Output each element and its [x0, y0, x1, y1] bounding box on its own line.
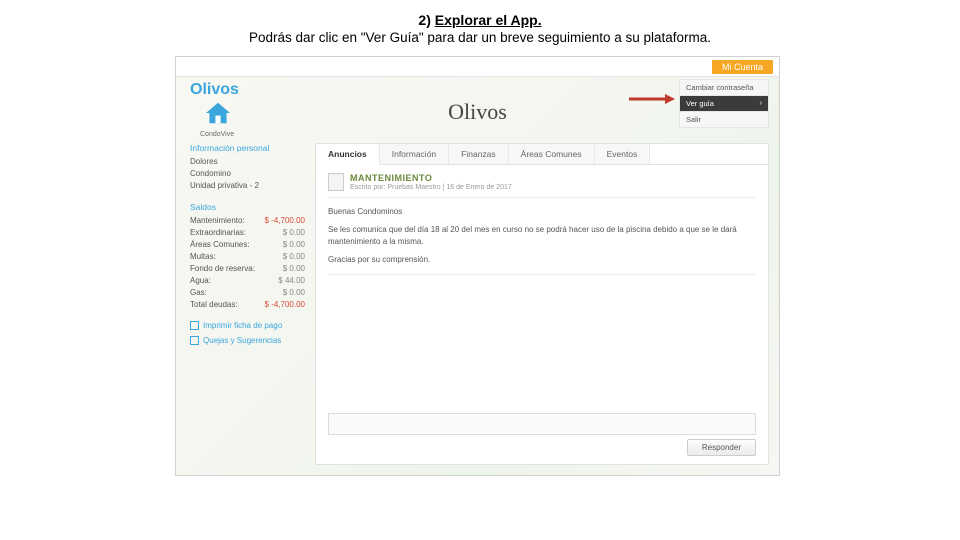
post-meta: Escrito por: Pruebas Maestro | 16 de Ene…: [350, 184, 512, 191]
sidebar-print-label: Imprimir ficha de pago: [203, 321, 282, 330]
tab-eventos[interactable]: Eventos: [595, 144, 651, 164]
dropdown-logout[interactable]: Salir: [679, 111, 769, 128]
brand-sublabel: CondoVive: [200, 131, 260, 138]
sidebar-complaints-link[interactable]: Quejas y Sugerencias: [190, 336, 305, 345]
announcement-post: MANTENIMIENTO Escrito por: Pruebas Maest…: [316, 165, 768, 464]
slide-heading: 2) Explorar el App. Podrás dar clic en "…: [0, 0, 960, 45]
sidebar-complaints-label: Quejas y Sugerencias: [203, 336, 281, 345]
sidebar-user-unit: Unidad privativa - 2: [190, 180, 305, 192]
tab-areas-comunes[interactable]: Áreas Comunes: [509, 144, 595, 164]
sidebar-user-name: Dolores: [190, 156, 305, 168]
sidebar-balances-heading: Saldos: [190, 202, 305, 212]
post-greeting: Buenas Condominos: [328, 206, 756, 218]
dropdown-change-password[interactable]: Cambiar contraseña: [679, 79, 769, 95]
document-icon: [328, 173, 344, 191]
brand-name: Olivos: [190, 81, 260, 99]
balance-row: Multas:$ 0.00: [190, 251, 305, 263]
tab-anuncios[interactable]: Anuncios: [316, 144, 380, 165]
main-panel: Anuncios Información Finanzas Áreas Comu…: [315, 143, 769, 465]
callout-arrow-icon: [629, 93, 675, 105]
post-thanks: Gracias por su comprensión.: [328, 254, 756, 266]
sidebar-user-role: Condomino: [190, 168, 305, 180]
balance-row: Agua:$ 44.00: [190, 275, 305, 287]
post-title: MANTENIMIENTO: [350, 173, 512, 183]
balance-row: Total deudas:$ -4,700.00: [190, 299, 305, 311]
sidebar-personal-info-heading: Información personal: [190, 143, 305, 153]
app-screenshot: Mi Cuenta Olivos CondoVive Olivos Cambia…: [175, 56, 780, 476]
reply-input[interactable]: [328, 413, 756, 435]
balance-row: Áreas Comunes:$ 0.00: [190, 239, 305, 251]
reply-button[interactable]: Responder: [687, 439, 756, 456]
step-number: 2): [418, 12, 430, 28]
post-message: Se les comunica que del día 18 al 20 del…: [328, 224, 756, 248]
tab-informacion[interactable]: Información: [380, 144, 449, 164]
my-account-button[interactable]: Mi Cuenta: [712, 60, 773, 74]
tab-bar: Anuncios Información Finanzas Áreas Comu…: [316, 144, 768, 165]
tab-finanzas[interactable]: Finanzas: [449, 144, 509, 164]
balance-row: Fondo de reserva:$ 0.00: [190, 263, 305, 275]
top-utility-bar: Mi Cuenta: [176, 57, 779, 77]
app-header: Olivos CondoVive Olivos Cambiar contrase…: [176, 77, 779, 143]
step-title: Explorar el App.: [435, 12, 542, 28]
sidebar-print-link[interactable]: Imprimir ficha de pago: [190, 321, 305, 330]
dropdown-view-guide-label: Ver guía: [686, 99, 714, 108]
chevron-right-icon: ›: [760, 100, 762, 107]
print-icon: [190, 321, 199, 330]
account-dropdown: Cambiar contraseña Ver guía › Salir: [679, 79, 769, 128]
chat-icon: [190, 336, 199, 345]
dropdown-view-guide[interactable]: Ver guía ›: [679, 95, 769, 111]
balance-row: Gas:$ 0.00: [190, 287, 305, 299]
sidebar: Información personal Dolores Condomino U…: [190, 143, 305, 465]
step-description: Podrás dar clic en "Ver Guía" para dar u…: [30, 30, 930, 45]
balance-row: Mantenimiento:$ -4,700.00: [190, 215, 305, 227]
balance-row: Extraordinarias:$ 0.00: [190, 227, 305, 239]
